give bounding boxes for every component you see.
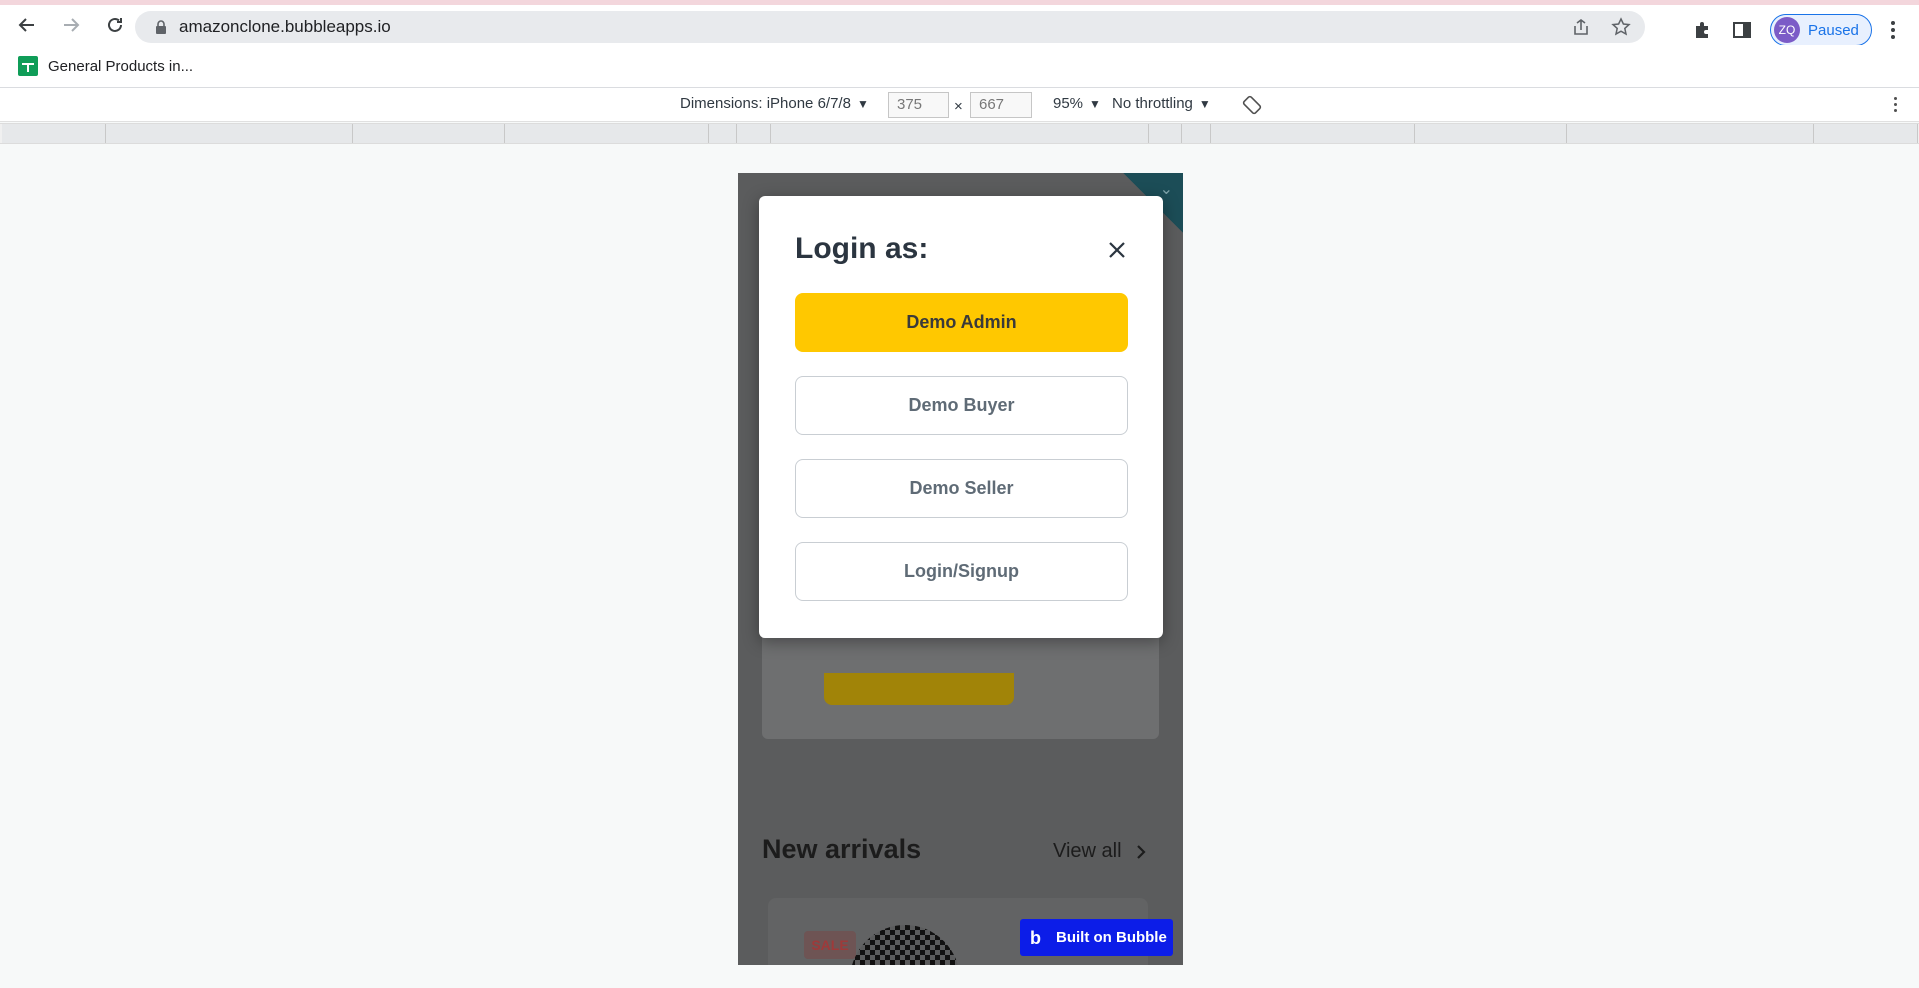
forward-arrow-icon	[64, 18, 80, 32]
close-icon	[1109, 242, 1125, 258]
device-dimensions-select[interactable]: Dimensions: iPhone 6/7/8 ▼	[680, 95, 869, 112]
device-toolbar-menu-icon[interactable]	[1894, 97, 1897, 112]
dimension-times: ×	[954, 98, 963, 115]
rotate-icon[interactable]	[1242, 95, 1262, 115]
close-button[interactable]	[1103, 236, 1131, 264]
dropdown-caret-icon: ▼	[1198, 96, 1211, 111]
device-width-input[interactable]: 375	[888, 92, 949, 118]
forward-button[interactable]	[51, 5, 91, 45]
back-arrow-icon	[18, 18, 34, 32]
address-bar[interactable]: amazonclone.bubbleapps.io	[135, 11, 1645, 43]
bubble-badge-label: Built on Bubble	[1056, 929, 1167, 946]
browser-menu-icon[interactable]	[1886, 18, 1900, 42]
share-icon[interactable]	[1569, 15, 1593, 39]
bookmark-star-icon[interactable]	[1609, 15, 1633, 39]
modal-title: Login as:	[795, 232, 929, 265]
login-signup-button[interactable]: Login/Signup	[795, 542, 1128, 601]
device-height-input[interactable]: 667	[970, 92, 1032, 118]
browser-toolbar: amazonclone.bubbleapps.io ZQ Paused	[0, 5, 1919, 46]
profile-button[interactable]: ZQ Paused	[1770, 14, 1872, 46]
zoom-label: 95%	[1053, 95, 1084, 112]
demo-buyer-button[interactable]: Demo Buyer	[795, 376, 1128, 435]
lock-icon	[153, 19, 169, 35]
login-modal: Login as: Demo Admin Demo Buyer Demo Sel…	[759, 196, 1163, 638]
bubble-logo-icon: b	[1030, 927, 1041, 948]
google-sheets-icon	[18, 56, 38, 76]
demo-seller-button[interactable]: Demo Seller	[795, 459, 1128, 518]
reload-button[interactable]	[95, 5, 135, 45]
hero-button	[824, 673, 1014, 705]
avatar: ZQ	[1774, 17, 1800, 43]
extensions-puzzle-icon[interactable]	[1690, 18, 1714, 42]
url-text: amazonclone.bubbleapps.io	[179, 17, 391, 36]
demo-admin-button[interactable]: Demo Admin	[795, 293, 1128, 352]
media-query-ruler	[0, 123, 1919, 144]
built-on-bubble-badge[interactable]: b Built on Bubble	[1020, 919, 1173, 956]
bookmark-general-products[interactable]: General Products in...	[18, 56, 193, 76]
throttling-label: No throttling	[1112, 95, 1193, 112]
throttling-select[interactable]: No throttling ▼	[1112, 95, 1211, 112]
side-panel-icon[interactable]	[1730, 18, 1754, 42]
section-title: New arrivals	[762, 834, 922, 864]
chevron-down-icon: ⌄	[1159, 181, 1173, 198]
sale-badge: SALE	[804, 931, 856, 959]
dropdown-caret-icon: ▼	[856, 96, 869, 111]
device-toolbar: Dimensions: iPhone 6/7/8 ▼ 375 × 667 95%…	[0, 88, 1919, 122]
profile-status: Paused	[1808, 21, 1859, 39]
chevron-right-icon	[1136, 844, 1146, 859]
view-all-link[interactable]: View all	[1053, 840, 1146, 863]
reload-icon	[108, 17, 122, 32]
back-button[interactable]	[7, 5, 47, 45]
view-all-label: View all	[1053, 840, 1122, 862]
zoom-select[interactable]: 95% ▼	[1053, 95, 1101, 112]
bookmark-label: General Products in...	[48, 57, 194, 75]
bookmarks-bar: General Products in...	[0, 45, 1919, 88]
dimensions-label: Dimensions: iPhone 6/7/8	[680, 95, 851, 112]
dropdown-caret-icon: ▼	[1089, 96, 1101, 111]
